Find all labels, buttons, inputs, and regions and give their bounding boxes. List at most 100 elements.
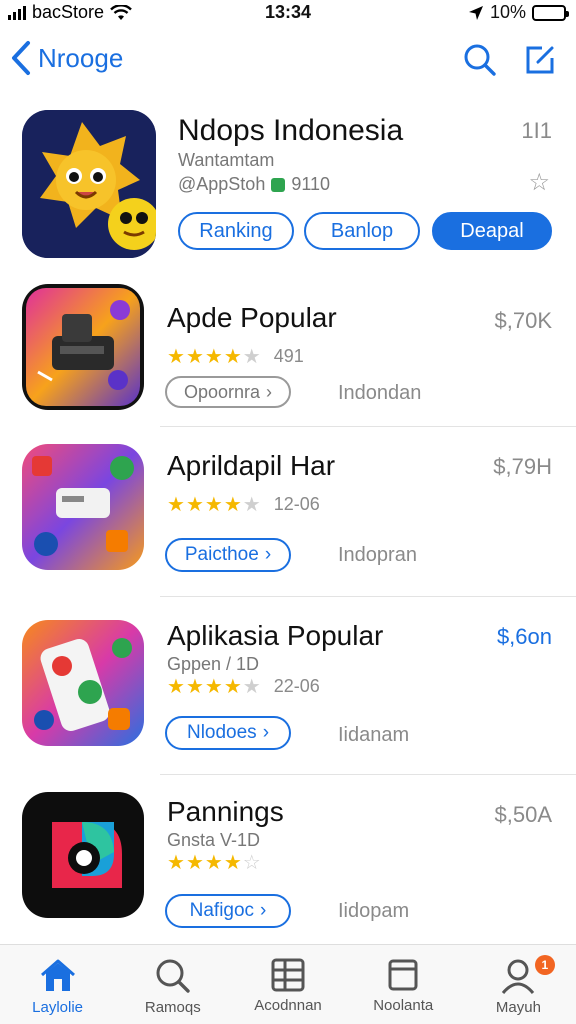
star-icon: ★ [204, 676, 223, 698]
featured-app-name: Ndops Indonesia [178, 114, 404, 147]
mascot-icon [22, 110, 156, 258]
app-action-button[interactable]: Nafigoc › [165, 894, 291, 928]
app-list-item[interactable]: Aplikasia Popular Gppen / 1D $,6on ★ ★ ★… [0, 620, 576, 770]
compose-icon [526, 46, 554, 74]
featured-app[interactable]: Ndops Indonesia Wantamtam @AppStoh 9110 … [0, 108, 576, 268]
divider [160, 426, 576, 427]
app-name: Apde Popular [167, 302, 337, 333]
star-rating: ★ ★ ★ ★ ★ 22-06 [167, 674, 320, 699]
star-icon: ★ [167, 852, 185, 874]
source-badge: 9110 [291, 174, 331, 194]
star-icon: ★ [167, 494, 185, 516]
banlop-button[interactable]: Banlop [304, 212, 420, 250]
divider [160, 774, 576, 775]
app-action-label: Paicthoe [184, 544, 259, 565]
app-action-button[interactable]: Nlodoes › [165, 716, 291, 750]
tab-search[interactable]: Ramoqs [115, 945, 230, 1024]
app-action-label: Nlodoes [186, 722, 257, 743]
nav-actions [460, 40, 560, 80]
swirl-logo-icon [22, 792, 144, 918]
home-icon [40, 959, 75, 991]
search-button[interactable] [460, 40, 500, 80]
favorite-star-icon[interactable]: ☆ [528, 168, 550, 197]
star-empty-icon: ★ [242, 346, 261, 368]
rating-count: 12-06 [273, 494, 320, 514]
tab-label: Noolanta [373, 997, 434, 1014]
app-icon-1 [22, 284, 144, 410]
star-icon: ★ [204, 852, 223, 874]
tab-bar: Laylolie Ramoqs Acodnnan Noolanta 1 Mayu… [0, 944, 576, 1024]
star-icon: ★ [185, 676, 204, 698]
back-button[interactable]: Nrooge [10, 40, 123, 76]
verified-icon [271, 177, 286, 192]
app-list-item[interactable]: Aprildapil Har $,79H ★ ★ ★ ★ ★ 12-06 Pai… [0, 444, 576, 584]
status-bar: bacStore 13:34 10% [0, 0, 576, 26]
grid-icon [271, 958, 305, 992]
app-region: Indondan [338, 382, 422, 404]
search-icon [464, 44, 496, 76]
ranking-button[interactable]: Ranking [178, 212, 294, 250]
chevron-right-icon: › [266, 381, 273, 402]
notification-badge: 1 [534, 955, 555, 975]
battery-percent: 10% [489, 2, 526, 22]
app-region: Indopran [338, 544, 417, 566]
source-label: @AppStoh [178, 174, 266, 194]
star-rating: ★ ★ ★ ★ ☆ [167, 850, 261, 875]
star-icon: ★ [167, 676, 185, 698]
app-list-item[interactable]: Apde Popular $,70K ★ ★ ★ ★ ★ 491 Opoornr… [0, 282, 576, 422]
divider [160, 596, 576, 597]
tab-grid[interactable]: Acodnnan [230, 945, 345, 1024]
star-icon: ★ [167, 346, 185, 368]
app-subtitle: Gnsta V-1D [167, 830, 261, 850]
chevron-right-icon: › [264, 544, 272, 565]
tab-profile[interactable]: 1 Mayuh [461, 945, 576, 1024]
star-rating: ★ ★ ★ ★ ★ 12-06 [167, 492, 320, 517]
router-art-icon [22, 444, 144, 570]
location-arrow-icon [468, 5, 483, 20]
app-action-button[interactable]: Opoornra › [165, 376, 291, 408]
star-icon: ★ [223, 676, 242, 698]
star-icon: ★ [185, 494, 204, 516]
chevron-left-icon [12, 41, 30, 75]
featured-app-icon [22, 110, 156, 258]
featured-app-subtitle: Wantamtam [178, 150, 275, 170]
rating-count: 22-06 [273, 676, 320, 696]
star-icon: ★ [185, 346, 204, 368]
star-rating: ★ ★ ★ ★ ★ 491 [167, 344, 304, 369]
app-price: $,6on [496, 624, 552, 649]
tab-label: Ramoqs [144, 999, 201, 1016]
star-icon: ★ [223, 494, 242, 516]
app-action-label: Nafigoc [189, 900, 255, 921]
tab-label: Laylolie [32, 999, 84, 1016]
chevron-right-icon: › [260, 900, 267, 921]
app-icon-3 [22, 620, 144, 746]
app-list-item[interactable]: Pannings Gnsta V-1D $,50A ★ ★ ★ ★ ☆ Nafi… [0, 792, 576, 942]
app-icon-4 [22, 792, 144, 918]
app-region: Iidanam [338, 724, 410, 746]
battery-icon [532, 4, 569, 21]
tab-label: Acodnnan [254, 997, 322, 1014]
navigation-bar: Nrooge [0, 30, 576, 90]
app-action-button[interactable]: Paicthoe › [165, 538, 291, 572]
star-icon: ★ [204, 346, 223, 368]
app-action-label: Opoornra [183, 381, 261, 402]
app-price: $,79H [493, 454, 552, 479]
device-art-icon [22, 284, 144, 410]
star-icon: ★ [185, 852, 204, 874]
app-name: Pannings [167, 796, 284, 827]
star-icon: ★ [204, 494, 223, 516]
phone-art-icon [22, 620, 144, 746]
featured-app-source: @AppStoh 9110 [178, 174, 330, 195]
app-name: Aprildapil Har [167, 450, 336, 481]
compose-button[interactable] [520, 40, 560, 80]
app-price: $,70K [494, 308, 553, 333]
tab-label: Mayuh [495, 999, 541, 1016]
deapal-button[interactable]: Deapal [432, 212, 552, 250]
profile-icon [502, 959, 535, 994]
tab-home[interactable]: Laylolie [0, 945, 115, 1024]
app-icon-2 [22, 444, 144, 570]
back-label: Nrooge [38, 42, 124, 73]
star-icon: ★ [223, 852, 242, 874]
tab-bookmark[interactable]: Noolanta [346, 945, 461, 1024]
star-empty-icon: ☆ [242, 852, 261, 874]
